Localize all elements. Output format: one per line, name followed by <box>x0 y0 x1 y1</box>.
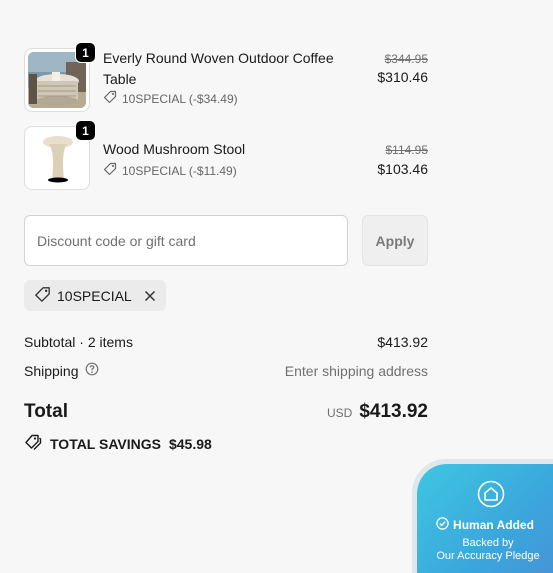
shipping-label: Shipping <box>24 362 79 379</box>
item-discount: 10SPECIAL (-$34.49) <box>103 90 238 107</box>
total-label: Total <box>24 401 68 422</box>
shipping-row: Shipping Enter shipping address <box>24 362 428 379</box>
help-icon[interactable] <box>85 362 99 379</box>
human-added-badge[interactable]: Human Added Backed by Our Accuracy Pledg… <box>412 459 553 573</box>
total-row: Total USD $413.92 <box>24 401 428 423</box>
product-thumbnail: 1 <box>24 42 96 112</box>
discount-code-input[interactable] <box>24 215 348 266</box>
original-price: $114.95 <box>385 143 429 157</box>
applied-code: 10SPECIAL <box>57 287 132 304</box>
product-thumbnail: 1 <box>24 120 96 190</box>
badge-title: Human Added <box>453 518 534 532</box>
original-price: $344.95 <box>384 52 428 66</box>
badge-line2: Our Accuracy Pledge <box>436 550 540 562</box>
quantity-badge: 1 <box>75 120 96 141</box>
tag-icon <box>34 286 51 306</box>
item-discount: 10SPECIAL (-$11.49) <box>103 162 237 179</box>
line-item: 1 Everly Round Woven Outdoor Coffee Tabl… <box>24 42 428 112</box>
line-item: 1 Wood Mushroom Stool 10SPECIAL (-$11.49… <box>24 120 429 190</box>
tag-icon <box>103 162 117 179</box>
subtotal-value: $413.92 <box>377 334 428 350</box>
subtotal-row: Subtotal · 2 items $413.92 <box>24 334 428 350</box>
savings-tag-icon <box>24 434 42 453</box>
applied-discount-chip: 10SPECIAL <box>24 280 166 311</box>
product-title: Everly Round Woven Outdoor Coffee Table <box>103 50 334 87</box>
price: $310.46 <box>377 69 428 85</box>
quantity-badge: 1 <box>75 42 96 63</box>
price: $103.46 <box>377 161 428 177</box>
remove-code-close-icon[interactable] <box>144 290 156 302</box>
subtotal-label: Subtotal · 2 items <box>24 334 133 350</box>
check-circle-icon <box>436 517 449 533</box>
savings-label: TOTAL SAVINGS <box>50 435 161 452</box>
product-title: Wood Mushroom Stool <box>103 141 246 157</box>
total-savings: TOTAL SAVINGS $45.98 <box>24 434 212 453</box>
tag-icon <box>103 90 117 107</box>
currency-code: USD <box>326 406 353 420</box>
savings-value: $45.98 <box>168 435 212 452</box>
total-value: $413.92 <box>359 401 428 422</box>
item-discount-label: 10SPECIAL (-$11.49) <box>122 163 237 178</box>
apply-button[interactable]: Apply <box>362 215 428 266</box>
home-icon <box>477 480 505 513</box>
badge-line1: Backed by <box>462 537 514 549</box>
shipping-value: Enter shipping address <box>284 362 428 379</box>
item-discount-label: 10SPECIAL (-$34.49) <box>122 91 238 106</box>
